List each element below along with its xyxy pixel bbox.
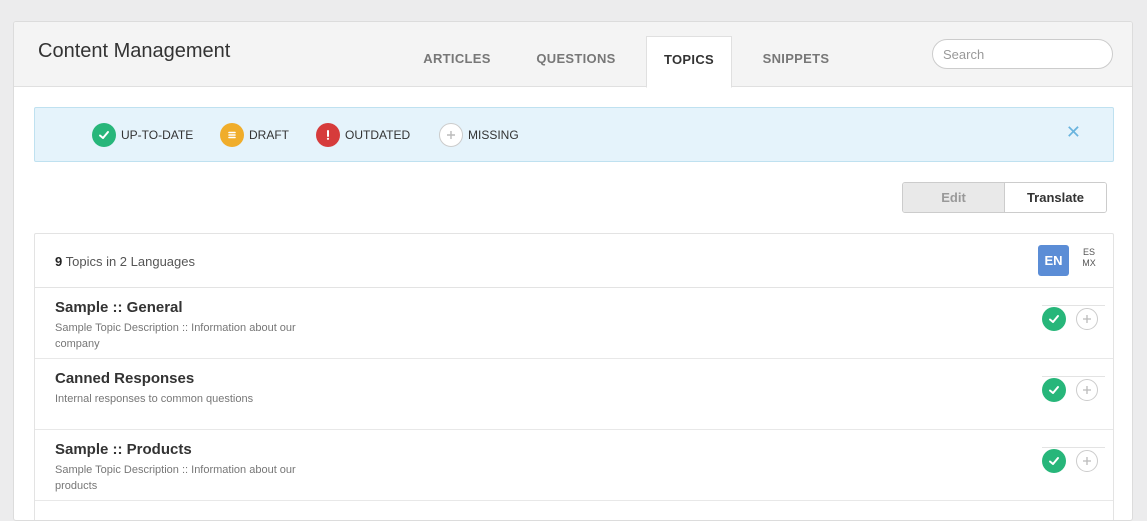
tab-questions[interactable]: QUESTIONS [520, 36, 632, 87]
divider [1042, 447, 1105, 448]
mode-toggle: Edit Translate [902, 182, 1107, 213]
list-header: 9 Topics in 2 Languages EN ES MX [35, 234, 1113, 288]
list-item[interactable]: Sample :: General Sample Topic Descripti… [35, 288, 1113, 359]
plus-icon[interactable] [1076, 379, 1098, 401]
list-item[interactable]: Canned Responses Internal responses to c… [35, 359, 1113, 430]
check-icon[interactable] [1042, 449, 1066, 473]
legend-label: DRAFT [249, 128, 289, 142]
search-input[interactable] [932, 39, 1113, 69]
translate-button[interactable]: Translate [1005, 183, 1106, 212]
count-suffix: Topics in 2 Languages [62, 254, 195, 269]
plus-icon[interactable] [1076, 450, 1098, 472]
language-es-mx-button[interactable]: ES MX [1076, 247, 1102, 269]
tab-topics[interactable]: TOPICS [646, 36, 732, 88]
header: Content Management ARTICLES QUESTIONS TO… [14, 22, 1132, 88]
close-icon[interactable]: ✕ [1066, 122, 1081, 143]
status-legend: UP-TO-DATE DRAFT OUTDATED MISSING ✕ [34, 107, 1114, 162]
legend-draft: DRAFT [220, 123, 289, 147]
legend-label: UP-TO-DATE [121, 128, 194, 142]
topic-description: Sample Topic Description :: Information … [55, 322, 296, 350]
lang-code: ES [1082, 247, 1095, 257]
plus-icon [439, 123, 463, 147]
plus-icon[interactable] [1076, 308, 1098, 330]
language-en-button[interactable]: EN [1038, 245, 1069, 276]
topic-description: Internal responses to common questions [55, 393, 254, 405]
lines-icon [220, 123, 244, 147]
legend-label: OUTDATED [345, 128, 411, 142]
page-title: Content Management [38, 40, 231, 62]
legend-missing: MISSING [439, 123, 519, 147]
exclamation-icon [316, 123, 340, 147]
content-panel: Content Management ARTICLES QUESTIONS TO… [13, 21, 1133, 521]
check-icon [92, 123, 116, 147]
topic-title[interactable]: Canned Responses [55, 370, 194, 387]
lang-region: MX [1082, 258, 1096, 268]
topic-title[interactable]: Sample :: General [55, 299, 183, 316]
topic-title[interactable]: Sample :: Products [55, 441, 192, 458]
legend-up-to-date: UP-TO-DATE [92, 123, 193, 147]
list-item[interactable]: Sample :: Products Sample Topic Descript… [35, 430, 1113, 501]
check-icon[interactable] [1042, 378, 1066, 402]
topics-count: 9 Topics in 2 Languages [55, 254, 195, 269]
divider [1042, 305, 1105, 306]
topic-description: Sample Topic Description :: Information … [55, 464, 296, 492]
tab-articles[interactable]: ARTICLES [402, 36, 512, 87]
divider [1042, 376, 1105, 377]
tab-snippets[interactable]: SNIPPETS [747, 36, 845, 87]
check-icon[interactable] [1042, 307, 1066, 331]
legend-outdated: OUTDATED [316, 123, 410, 147]
legend-label: MISSING [468, 128, 519, 142]
topics-list: 9 Topics in 2 Languages EN ES MX Sample … [34, 233, 1114, 520]
edit-button[interactable]: Edit [903, 183, 1005, 212]
